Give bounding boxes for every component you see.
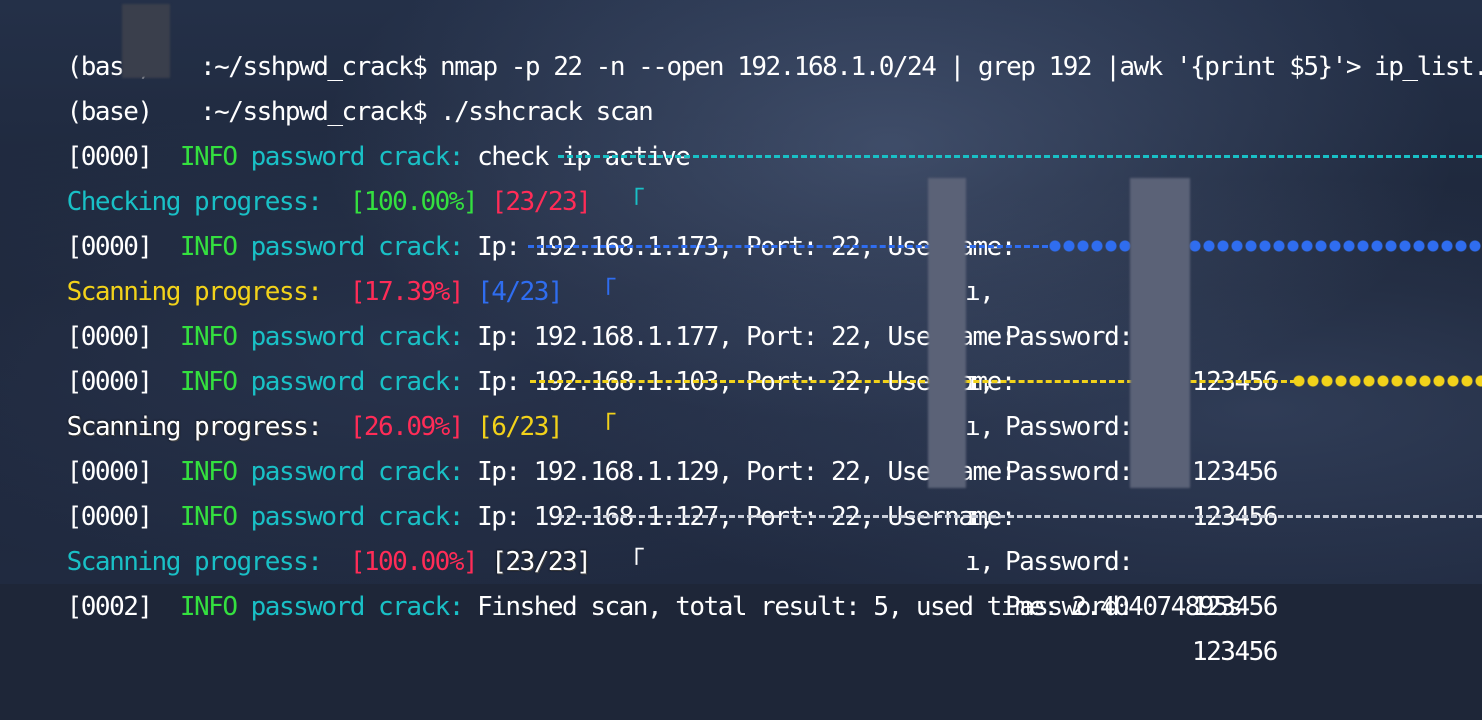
log-line: [0000] INFO password crack: check ip act…: [10, 90, 691, 172]
progress-line: Scanning progress: [17.39%] [4/23] 「: [10, 225, 1482, 307]
log-line: [0000] INFO password crack: Ip: 192.168.…: [10, 270, 1279, 487]
log-level: INFO: [179, 592, 238, 622]
command-text: nmap -p 22 -n --open 192.168.1.0/24 | gr…: [440, 52, 1482, 82]
redacted-password: [1130, 178, 1190, 488]
redacted-username: [928, 178, 966, 488]
password-tail: 123456: [1192, 637, 1278, 667]
progress-line: Scanning progress: [100.00%] [23/23] 「: [10, 495, 1482, 577]
progress-bar: [558, 515, 1482, 522]
log-line: [0000] INFO password crack: Ip: 192.168.…: [10, 450, 1279, 667]
log-line: [0002] INFO password crack: Finshed scan…: [10, 540, 1243, 622]
password-label: Password:: [1005, 412, 1134, 442]
log-line: [0000] INFO password crack: Ip: 192.168.…: [10, 180, 1279, 397]
progress-line: Checking progress: [100.00%] [23/23] 「: [10, 135, 1482, 217]
log-tag: [0002]: [66, 592, 153, 622]
progress-line: Scanning progress: [26.09%] [6/23] 「: [10, 360, 1482, 442]
password-label: Password:: [1005, 322, 1134, 352]
redacted-hostname: [122, 4, 170, 78]
log-message: Finshed scan, total result: 5, used time…: [477, 592, 1243, 622]
prompt-path: :~/sshpwd_crack$: [200, 52, 428, 82]
password-tail: 123456: [1192, 457, 1278, 487]
progress-bar: [528, 245, 1048, 252]
progress-bar-fill: [1292, 374, 1482, 388]
progress-bar-fill: [1048, 239, 1482, 253]
log-line: [0000] INFO password crack: Ip: 192.168.…: [10, 315, 1279, 532]
log-source: password crack:: [250, 592, 465, 622]
log-line: [0000] INFO password crack: Ip: 192.168.…: [10, 405, 1279, 622]
password-label: Password:: [1005, 457, 1134, 487]
progress-bar: [558, 155, 1482, 162]
terminal-window[interactable]: (base):~/sshpwd_crack$ nmap -p 22 -n --op…: [0, 0, 1482, 667]
